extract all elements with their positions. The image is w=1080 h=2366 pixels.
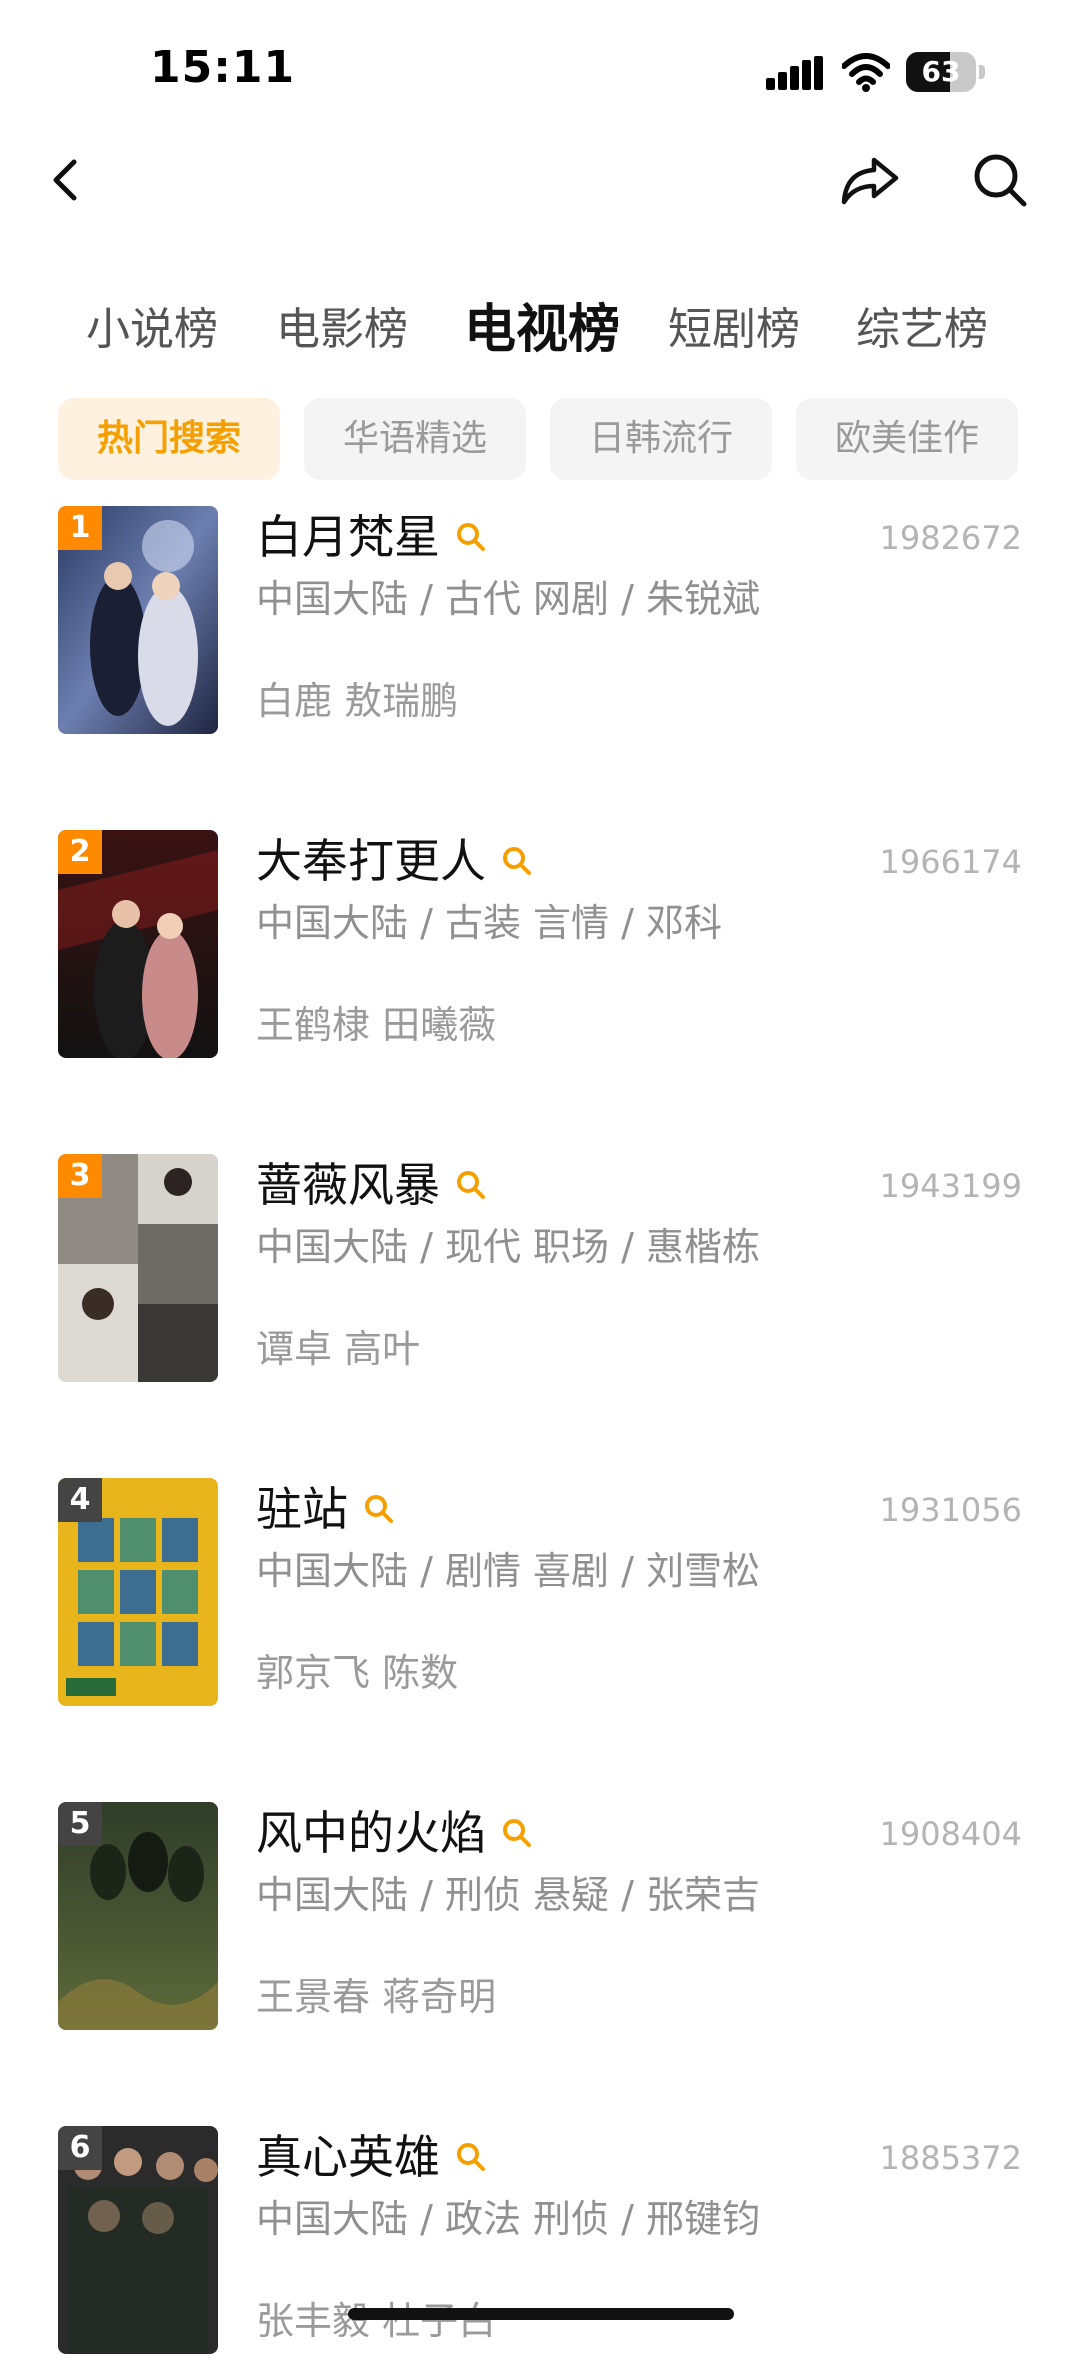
- rank-badge: 4: [58, 1478, 102, 1522]
- search-count: 1943199: [879, 1167, 1022, 1205]
- item-meta: 中国大陆 / 古代 网剧 / 朱锐斌: [256, 577, 761, 621]
- rank-badge: 6: [58, 2126, 102, 2170]
- item-cast: 王鹤棣 田曦薇: [256, 1003, 497, 1047]
- search-small-icon[interactable]: [454, 2140, 488, 2174]
- rank-badge: 2: [58, 830, 102, 874]
- search-small-icon[interactable]: [500, 844, 534, 878]
- list-item[interactable]: 4 驻站 1931056 中国大陆 / 剧情 喜剧 / 刘雪松 郭京飞 陈数: [0, 1478, 1080, 1718]
- item-title-text: 白月梵星: [256, 510, 440, 564]
- rank-badge: 1: [58, 506, 102, 550]
- poster-image[interactable]: 3: [58, 1154, 218, 1382]
- poster-image[interactable]: 6: [58, 2126, 218, 2354]
- item-cast: 谭卓 高叶: [256, 1327, 421, 1371]
- ranking-list: 1 白月梵星 1982672 中国大陆 / 古代 网剧 / 朱锐斌 白鹿 敖瑞鹏…: [0, 0, 1080, 2354]
- item-meta: 中国大陆 / 政法 刑侦 / 邢键钧: [256, 2197, 761, 2241]
- search-small-icon[interactable]: [362, 1492, 396, 1526]
- item-cast: 张丰毅 杜子白: [256, 2299, 497, 2343]
- home-indicator[interactable]: [348, 2308, 734, 2320]
- poster-image[interactable]: 1: [58, 506, 218, 734]
- poster-image[interactable]: 5: [58, 1802, 218, 2030]
- search-count: 1885372: [879, 2139, 1022, 2177]
- item-cast: 王景春 蒋奇明: [256, 1975, 497, 2019]
- search-small-icon[interactable]: [500, 1816, 534, 1850]
- poster-image[interactable]: 2: [58, 830, 218, 1058]
- item-title-text: 风中的火焰: [256, 1806, 486, 1860]
- search-count: 1966174: [879, 843, 1022, 881]
- rank-badge: 5: [58, 1802, 102, 1846]
- item-title[interactable]: 驻站: [256, 1478, 396, 1540]
- poster-image[interactable]: 4: [58, 1478, 218, 1706]
- search-small-icon[interactable]: [454, 1168, 488, 1202]
- item-title-text: 真心英雄: [256, 2130, 440, 2184]
- item-title[interactable]: 风中的火焰: [256, 1802, 534, 1864]
- item-title[interactable]: 白月梵星: [256, 506, 488, 568]
- item-title[interactable]: 蔷薇风暴: [256, 1154, 488, 1216]
- item-title-text: 蔷薇风暴: [256, 1158, 440, 1212]
- item-title-text: 驻站: [256, 1482, 348, 1536]
- search-count: 1931056: [879, 1491, 1022, 1529]
- item-title-text: 大奉打更人: [256, 834, 486, 888]
- rank-badge: 3: [58, 1154, 102, 1198]
- item-meta: 中国大陆 / 古装 言情 / 邓科: [256, 901, 723, 945]
- item-meta: 中国大陆 / 现代 职场 / 惠楷栋: [256, 1225, 761, 1269]
- item-title[interactable]: 大奉打更人: [256, 830, 534, 892]
- search-count: 1982672: [879, 519, 1022, 557]
- list-item[interactable]: 3 蔷薇风暴 1943199 中国大陆 / 现代 职场 / 惠楷栋 谭卓 高叶: [0, 1154, 1080, 1394]
- item-meta: 中国大陆 / 剧情 喜剧 / 刘雪松: [256, 1549, 761, 1593]
- list-item[interactable]: 1 白月梵星 1982672 中国大陆 / 古代 网剧 / 朱锐斌 白鹿 敖瑞鹏: [0, 506, 1080, 746]
- search-small-icon[interactable]: [454, 520, 488, 554]
- item-title[interactable]: 真心英雄: [256, 2126, 488, 2188]
- list-item[interactable]: 6 真心英雄 1885372 中国大陆 / 政法 刑侦 / 邢键钧 张丰毅 杜子…: [0, 2126, 1080, 2366]
- search-count: 1908404: [879, 1815, 1022, 1853]
- item-cast: 郭京飞 陈数: [256, 1651, 459, 1695]
- item-meta: 中国大陆 / 刑侦 悬疑 / 张荣吉: [256, 1873, 761, 1917]
- list-item[interactable]: 2 大奉打更人 1966174 中国大陆 / 古装 言情 / 邓科 王鹤棣 田曦…: [0, 830, 1080, 1070]
- item-cast: 白鹿 敖瑞鹏: [256, 679, 459, 723]
- list-item[interactable]: 5 风中的火焰 1908404 中国大陆 / 刑侦 悬疑 / 张荣吉 王景春 蒋…: [0, 1802, 1080, 2042]
